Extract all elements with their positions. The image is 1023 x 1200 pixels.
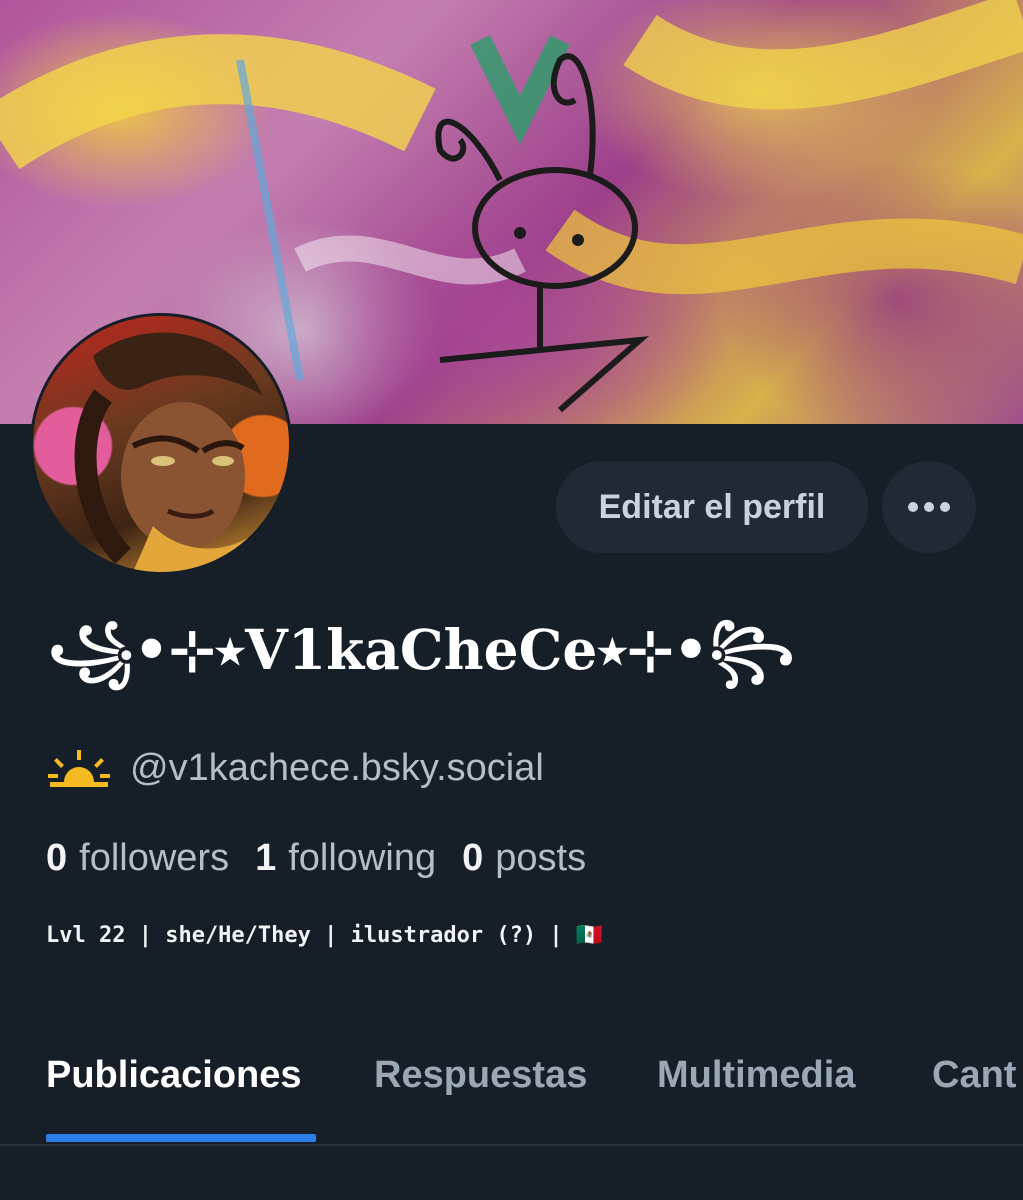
followers-stat[interactable]: 0 followers [46, 837, 229, 880]
edit-profile-button[interactable]: Editar el perfil [556, 461, 868, 553]
profile-avatar[interactable] [30, 313, 292, 575]
active-tab-indicator [46, 1134, 316, 1142]
followers-label: followers [79, 836, 230, 879]
posts-count: 0 [462, 836, 484, 879]
tab-cantidad-truncated[interactable]: Cant [932, 1054, 1016, 1097]
profile-stats: 0 followers 1 following 0 posts [46, 830, 612, 886]
profile-tabs: Publicaciones Respuestas Multimedia Cant [0, 1040, 1023, 1146]
profile-handle[interactable]: @v1kachece.bsky.social [130, 747, 544, 790]
more-options-button[interactable] [882, 461, 976, 553]
posts-stat: 0 posts [462, 837, 586, 880]
handle-row: @v1kachece.bsky.social [48, 740, 544, 796]
display-name: ꧁•⊹٭V1kaCheCe٭⊹•꧂ [48, 617, 795, 682]
tab-publicaciones[interactable]: Publicaciones [46, 1054, 302, 1097]
following-stat[interactable]: 1 following [255, 837, 436, 880]
ellipsis-icon [908, 502, 950, 512]
sunrise-icon [48, 750, 110, 787]
posts-label: posts [495, 836, 587, 879]
following-count: 1 [255, 836, 277, 879]
avatar-illustration [74, 332, 289, 572]
tab-respuestas[interactable]: Respuestas [374, 1054, 587, 1097]
profile-bio: Lvl 22 | she/He/They | ilustrador (?) | … [46, 923, 604, 948]
following-label: following [288, 836, 437, 879]
tab-multimedia[interactable]: Multimedia [657, 1054, 855, 1097]
followers-count: 0 [46, 836, 68, 879]
